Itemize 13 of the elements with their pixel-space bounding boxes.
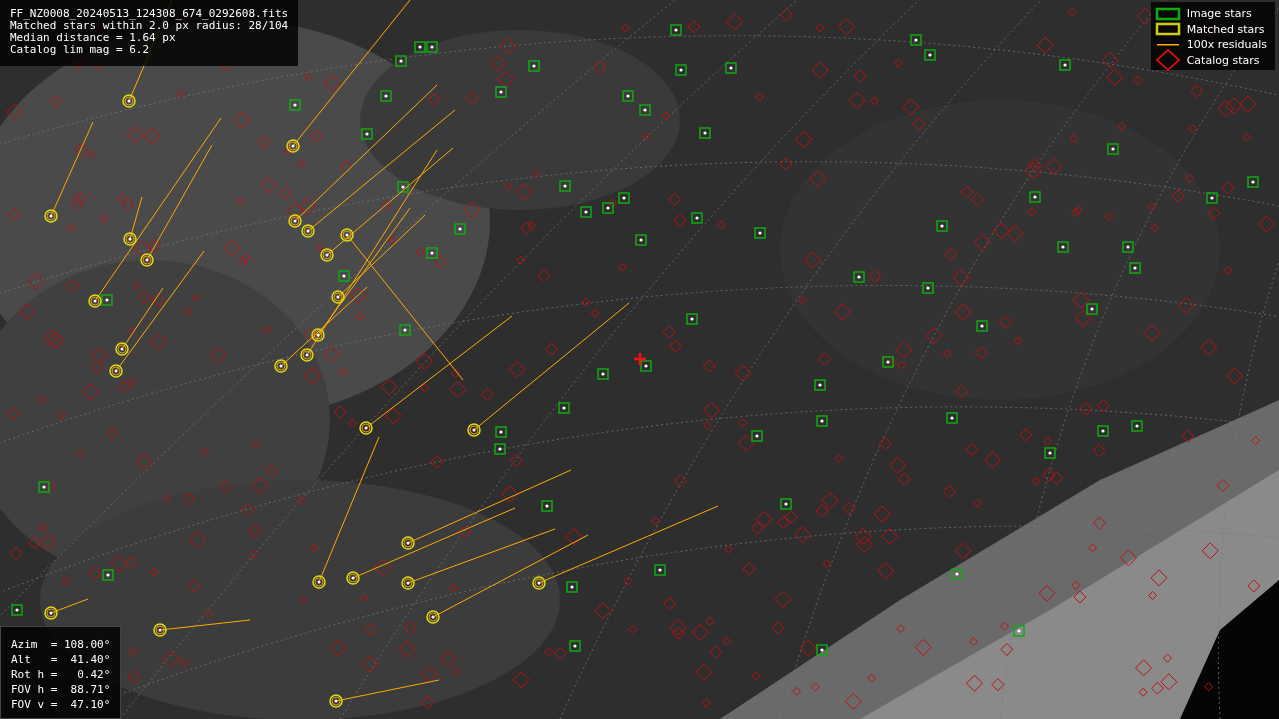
pointing-text: Azim = 108.00° bbox=[11, 637, 111, 652]
info-text: Catalog lim mag = 6.2 bbox=[10, 44, 151, 56]
pointing-text: Rot h = 0.42° bbox=[11, 667, 111, 682]
pointing-text: FOV h = 88.71° bbox=[11, 682, 111, 697]
legend-label: Matched stars bbox=[1186, 22, 1265, 36]
info-text: FF_NZ0008_20240513_124308_674_0292608.fits bbox=[10, 8, 289, 20]
legend-label: Image stars bbox=[1186, 7, 1252, 21]
info-text: Matched stars within 2.0 px radius: 28/104 bbox=[10, 20, 289, 32]
info-text: Median distance = 1.64 px bbox=[10, 32, 177, 44]
legend-label: Catalog stars bbox=[1186, 53, 1260, 67]
pointing-text: FOV v = 47.10° bbox=[11, 697, 111, 712]
pointing-text: Alt = 41.40° bbox=[11, 652, 111, 667]
legend-label: 100x residuals bbox=[1186, 38, 1267, 52]
